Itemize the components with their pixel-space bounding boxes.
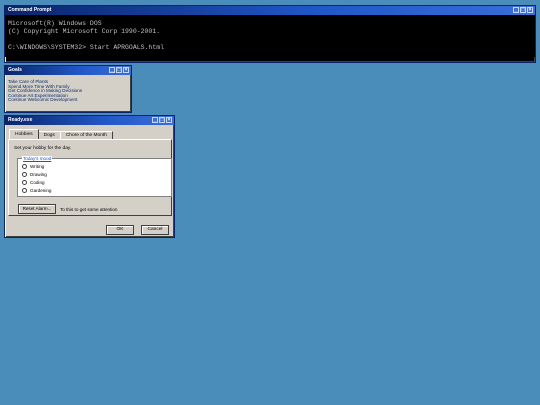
console-line: (C) Copyright Microsoft Corp 1990-2001. [8, 28, 161, 35]
ready-titlebar[interactable]: Ready.exe _ □ × [5, 116, 174, 125]
close-icon[interactable]: × [123, 67, 129, 73]
goals-titlebar[interactable]: Goals _ □ × [5, 66, 131, 75]
option-label: Coding [30, 180, 45, 185]
mood-list: Today's mood Writing Drawing Coding Gard… [17, 156, 172, 197]
maximize-icon[interactable]: □ [520, 7, 526, 13]
goals-title: Goals [8, 67, 22, 73]
cancel-button[interactable]: Cancel [141, 225, 169, 235]
option-gardening[interactable]: Gardening [22, 188, 51, 193]
option-writing[interactable]: Writing [22, 164, 44, 169]
minimize-icon[interactable]: _ [109, 67, 115, 73]
console-output[interactable]: Microsoft(R) Windows DOS (C) Copyright Mi… [5, 15, 535, 57]
command-prompt-titlebar[interactable]: Command Prompt _ □ × [5, 6, 535, 15]
tab-chore-of-the-month[interactable]: Chore of the Month [59, 131, 113, 139]
radio-icon[interactable] [22, 164, 27, 169]
option-label: Drawing [30, 172, 47, 177]
option-coding[interactable]: Coding [22, 180, 45, 185]
option-label: Writing [30, 164, 45, 169]
ready-window[interactable]: Ready.exe _ □ × Hobbies Dogs Chore of th… [4, 115, 175, 238]
maximize-icon[interactable]: □ [116, 67, 122, 73]
radio-icon[interactable] [22, 180, 27, 185]
goal-item: Continue Webcomic Development [8, 97, 78, 103]
tab-hobbies[interactable]: Hobbies [9, 129, 39, 139]
hobby-prompt: Set your hobby for the day. [14, 146, 72, 151]
console-line: Microsoft(R) Windows DOS [8, 20, 102, 27]
console-line: C:\WINDOWS\SYSTEM32> Start APRGOALS.html [8, 44, 165, 51]
mood-legend[interactable]: Today's mood [22, 156, 53, 161]
option-drawing[interactable]: Drawing [22, 172, 47, 177]
ready-title: Ready.exe [8, 117, 33, 123]
ok-button[interactable]: OK [106, 225, 134, 235]
minimize-icon[interactable]: _ [152, 117, 158, 123]
command-prompt-window[interactable]: Command Prompt _ □ × Microsoft(R) Window… [4, 5, 536, 63]
tab-panel: Set your hobby for the day. Today's mood… [8, 139, 172, 216]
radio-icon[interactable] [22, 172, 27, 177]
tab-bar: Hobbies Dogs Chore of the Month [9, 129, 113, 139]
close-icon[interactable]: × [166, 117, 172, 123]
reset-alarm-button[interactable]: Reset Alarm... [18, 204, 56, 214]
tab-dogs[interactable]: Dogs [37, 131, 61, 139]
goals-list: Take Care of Plants Spend More Time With… [5, 75, 131, 108]
minimize-icon[interactable]: _ [513, 7, 519, 13]
maximize-icon[interactable]: □ [159, 117, 165, 123]
close-icon[interactable]: × [527, 7, 533, 13]
reset-note: To this to get some attention [60, 207, 118, 212]
radio-icon[interactable] [22, 188, 27, 193]
command-prompt-title: Command Prompt [8, 7, 52, 13]
option-label: Gardening [30, 188, 52, 193]
goals-window[interactable]: Goals _ □ × Take Care of Plants Spend Mo… [4, 65, 132, 113]
